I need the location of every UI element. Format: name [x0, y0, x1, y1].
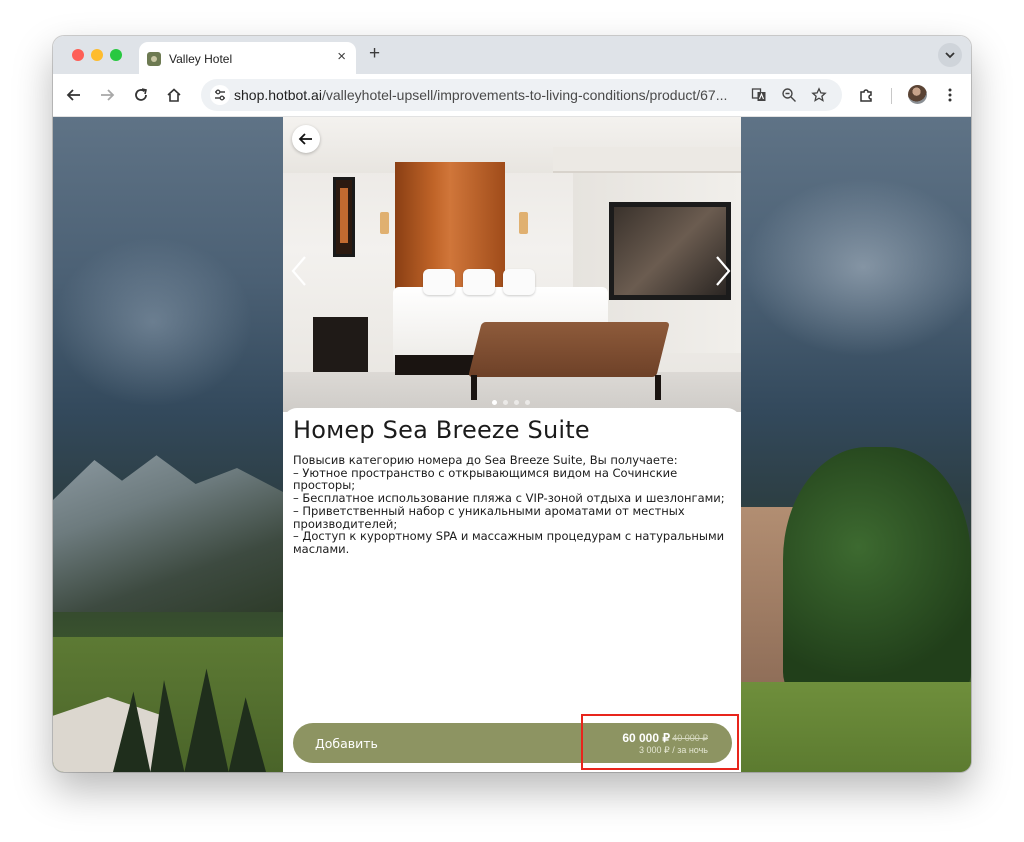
browser-window: Valley Hotel × + shop.hotbot.ai/valleyho…	[53, 36, 971, 772]
minimize-window-button[interactable]	[91, 49, 103, 61]
product-title: Номер Sea Breeze Suite	[293, 416, 590, 444]
product-description: Повысив категорию номера до Sea Breeze S…	[293, 454, 733, 556]
tab-search-button[interactable]	[938, 43, 962, 67]
photo-ceiling-cove	[553, 147, 741, 173]
close-window-button[interactable]	[72, 49, 84, 61]
site-info-button[interactable]	[210, 85, 230, 105]
photo-pillow	[423, 269, 455, 295]
photo-bench	[468, 322, 670, 377]
description-line: – Уютное пространство с открывающимся ви…	[293, 465, 678, 493]
gallery-dot[interactable]	[492, 400, 497, 405]
photo-sconce	[519, 212, 528, 234]
description-line: Повысив категорию номера до Sea Breeze S…	[293, 453, 678, 467]
background-lawn	[741, 682, 971, 772]
maximize-window-button[interactable]	[110, 49, 122, 61]
bookmark-star-icon[interactable]	[811, 87, 827, 103]
tab-close-icon[interactable]: ×	[337, 49, 346, 65]
photo-wall-art	[333, 177, 355, 257]
forward-arrow-icon[interactable]	[98, 86, 116, 104]
gallery-next-icon[interactable]	[713, 254, 733, 288]
photo-pillow	[503, 269, 535, 295]
gallery-dot[interactable]	[525, 400, 530, 405]
product-gallery[interactable]	[283, 117, 741, 412]
new-tab-button[interactable]: +	[369, 44, 380, 64]
description-line: – Бесплатное использование пляжа с VIP-з…	[293, 491, 725, 506]
url-domain: shop.hotbot.ai	[234, 87, 322, 103]
add-button-label: Добавить	[315, 736, 378, 751]
background-cloud	[53, 237, 253, 407]
price-highlight-box	[581, 714, 739, 770]
back-arrow-icon[interactable]	[65, 86, 83, 104]
browser-tab[interactable]: Valley Hotel ×	[139, 42, 356, 74]
extensions-icon[interactable]	[857, 86, 875, 104]
browser-toolbar: shop.hotbot.ai/valleyhotel-upsell/improv…	[53, 74, 971, 117]
toolbar-divider	[891, 88, 892, 104]
photo-nightstand	[313, 317, 368, 372]
translate-icon[interactable]	[751, 87, 767, 103]
profile-avatar[interactable]	[908, 85, 927, 104]
product-card: Номер Sea Breeze Suite Повысив категорию…	[283, 117, 741, 772]
gallery-dots	[492, 392, 536, 405]
tune-icon	[215, 89, 225, 101]
url-text: shop.hotbot.ai/valleyhotel-upsell/improv…	[234, 87, 727, 103]
zoom-icon[interactable]	[781, 87, 797, 103]
arrow-left-icon	[298, 133, 312, 145]
reload-icon[interactable]	[132, 86, 150, 104]
more-menu-icon[interactable]	[941, 86, 959, 104]
gallery-dot[interactable]	[514, 400, 519, 405]
description-line: – Доступ к курортному SPA и массажным пр…	[293, 529, 725, 556]
chevron-down-icon	[945, 52, 955, 59]
address-bar[interactable]: shop.hotbot.ai/valleyhotel-upsell/improv…	[201, 79, 842, 111]
favicon-icon	[147, 52, 161, 66]
photo-pillow	[463, 269, 495, 295]
url-path: /valleyhotel-upsell/improvements-to-livi…	[321, 87, 728, 103]
gallery-dot[interactable]	[503, 400, 508, 405]
background-tree	[783, 447, 971, 697]
background-mountains	[53, 455, 283, 612]
home-icon[interactable]	[165, 86, 183, 104]
page-viewport: Номер Sea Breeze Suite Повысив категорию…	[53, 117, 971, 772]
background-cloud	[743, 177, 971, 357]
description-line: – Приветственный набор с уникальными аро…	[293, 503, 685, 531]
tab-strip: Valley Hotel × +	[53, 36, 971, 74]
gallery-prev-icon[interactable]	[289, 254, 309, 288]
back-button[interactable]	[292, 125, 320, 153]
tab-title: Valley Hotel	[169, 52, 233, 66]
photo-sconce	[380, 212, 389, 234]
